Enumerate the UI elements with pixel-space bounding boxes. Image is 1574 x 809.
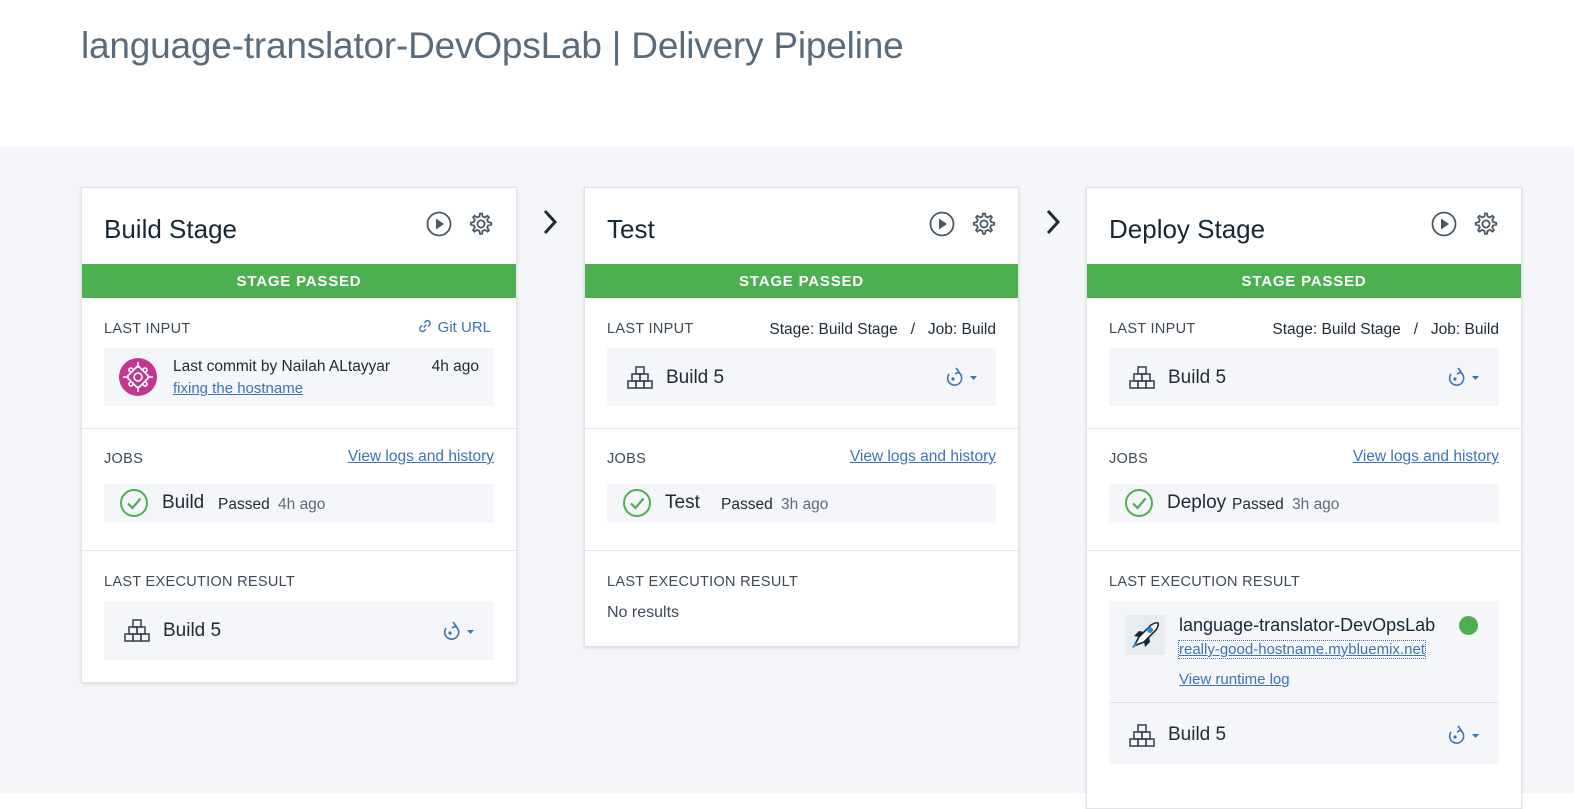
section-divider [585, 550, 1018, 551]
stage-status-banner: STAGE PASSED [1087, 264, 1521, 298]
gear-icon [970, 210, 998, 238]
stage-title: Test [607, 214, 655, 244]
job-row-test[interactable]: Test Passed 3h ago [607, 484, 996, 523]
page-title: language-translator-DevOpsLab | Delivery… [81, 25, 904, 66]
section-divider [1087, 428, 1521, 429]
commit-text: Last commit by Nailah ALtayyar [173, 358, 391, 375]
last-input-label: LAST INPUT [1109, 321, 1196, 337]
build-number: Build 5 [666, 367, 725, 388]
last-execution-label: LAST EXECUTION RESULT [104, 574, 296, 590]
stage-settings-button[interactable] [970, 210, 998, 238]
job-status: Passed 4h ago [218, 496, 325, 514]
job-name: Test [665, 492, 700, 513]
gear-icon [1472, 210, 1500, 238]
input-source: Stage: Build Stage / Job: Build [1272, 321, 1499, 338]
jobs-label: JOBS [104, 451, 144, 467]
job-row-deploy[interactable]: Deploy Passed 3h ago [1109, 484, 1499, 523]
gear-icon [467, 210, 495, 238]
input-build-row: Build 5 [607, 348, 996, 406]
git-url-label: Git URL [437, 319, 491, 336]
runtime-log-link[interactable]: View runtime log [1179, 671, 1290, 688]
section-divider [1087, 550, 1521, 551]
result-divider [1109, 702, 1499, 703]
check-circle-icon [119, 488, 149, 518]
run-stage-button[interactable] [1430, 210, 1458, 238]
stage-card-build: Build Stage STAGE PASSED LAST INPUT Git … [81, 187, 517, 683]
build-icon [626, 364, 654, 392]
view-logs-link[interactable]: View logs and history [348, 448, 494, 466]
job-name: Deploy [1167, 492, 1227, 513]
play-icon [1430, 210, 1458, 238]
no-results-text: No results [607, 604, 680, 621]
stage-arrow-icon [1043, 207, 1063, 237]
link-icon [417, 318, 433, 334]
app-url-link[interactable]: really-good-hostname.mybluemix.net [1178, 640, 1426, 659]
run-stage-button[interactable] [928, 210, 956, 238]
stage-settings-button[interactable] [1472, 210, 1500, 238]
job-time: 3h ago [1292, 496, 1340, 513]
last-execution-label: LAST EXECUTION RESULT [607, 574, 799, 590]
check-circle-icon [1124, 488, 1154, 518]
last-input-label: LAST INPUT [607, 321, 694, 337]
git-url-link[interactable]: Git URL [417, 318, 491, 336]
stage-title: Build Stage [104, 214, 237, 244]
view-logs-link[interactable]: View logs and history [1353, 448, 1499, 466]
build-number: Build 5 [1168, 724, 1227, 745]
commit-message-link[interactable]: fixing the hostname [173, 380, 303, 397]
job-status-text: Passed [218, 496, 270, 513]
stage-title: Deploy Stage [1109, 214, 1266, 244]
deploy-result-box: language-translator-DevOpsLab really-goo… [1109, 601, 1499, 764]
app-name: language-translator-DevOpsLab [1179, 615, 1436, 635]
check-circle-icon [622, 488, 652, 518]
commit-time: 4h ago [431, 358, 479, 375]
input-build-row: Build 5 [1109, 348, 1499, 406]
build-icon [123, 617, 151, 645]
section-divider [82, 428, 516, 429]
jobs-label: JOBS [607, 451, 647, 467]
build-icon [1128, 722, 1156, 750]
job-row-build[interactable]: Build Passed 4h ago [104, 484, 494, 523]
page-header: language-translator-DevOpsLab | Delivery… [0, 0, 1574, 147]
job-time: 3h ago [781, 496, 829, 513]
job-status-text: Passed [1232, 496, 1284, 513]
stage-card-test: Test STAGE PASSED LAST INPUT Stage: Buil… [584, 187, 1019, 647]
job-status-text: Passed [721, 496, 773, 513]
stage-status-banner: STAGE PASSED [585, 264, 1018, 298]
job-time: 4h ago [278, 496, 326, 513]
view-logs-link[interactable]: View logs and history [850, 448, 996, 466]
job-name: Build [162, 492, 205, 513]
redeploy-dropdown-icon[interactable] [1445, 724, 1485, 748]
run-stage-button[interactable] [425, 210, 453, 238]
build-number: Build 5 [1168, 367, 1227, 388]
last-input-label: LAST INPUT [104, 321, 191, 337]
section-divider [585, 428, 1018, 429]
last-commit-box: Last commit by Nailah ALtayyar 4h ago fi… [104, 348, 494, 406]
stage-settings-button[interactable] [467, 210, 495, 238]
input-source: Stage: Build Stage / Job: Build [769, 321, 996, 338]
redeploy-dropdown-icon[interactable] [1445, 366, 1485, 390]
redeploy-dropdown-icon[interactable] [943, 366, 983, 390]
job-status: Passed 3h ago [1232, 496, 1339, 514]
section-divider [82, 550, 516, 551]
app-status-dot [1459, 616, 1478, 635]
job-status: Passed 3h ago [721, 496, 828, 514]
play-icon [928, 210, 956, 238]
stage-arrow-icon [540, 207, 560, 237]
app-icon-tile [1125, 615, 1165, 655]
build-result-row: Build 5 [104, 601, 494, 660]
build-icon [1128, 364, 1156, 392]
redeploy-dropdown-icon[interactable] [440, 620, 480, 644]
rocket-icon [1132, 621, 1160, 648]
jobs-label: JOBS [1109, 451, 1149, 467]
avatar [119, 358, 157, 396]
last-execution-label: LAST EXECUTION RESULT [1109, 574, 1301, 590]
build-number: Build 5 [163, 620, 222, 641]
play-icon [425, 210, 453, 238]
stage-card-deploy: Deploy Stage STAGE PASSED LAST INPUT Sta… [1086, 187, 1522, 809]
stage-status-banner: STAGE PASSED [82, 264, 516, 298]
